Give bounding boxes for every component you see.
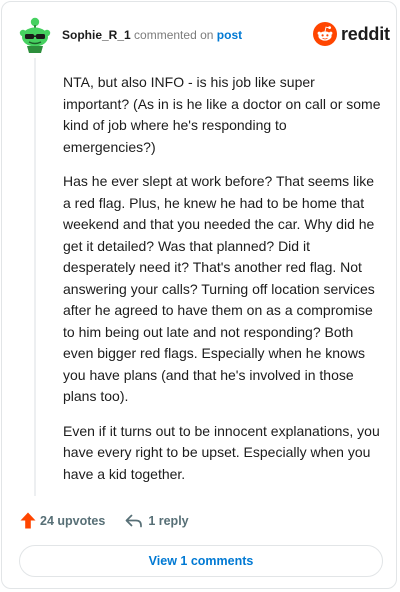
comment-body: NTA, but also INFO - is his job like sup… [63, 72, 383, 498]
comment-paragraph: Even if it turns out to be innocent expl… [63, 422, 380, 482]
thread-line[interactable] [34, 58, 36, 496]
action-text: commented on [134, 28, 214, 42]
post-link[interactable]: post [217, 28, 242, 42]
comment-paragraph: NTA, but also INFO - is his job like sup… [63, 74, 381, 155]
reply-arrow-icon [125, 514, 143, 527]
view-comments-button[interactable]: View 1 comments [19, 545, 383, 577]
upvote-button[interactable]: 24 upvotes [20, 512, 105, 529]
reddit-logo-icon [313, 22, 337, 46]
comment-header: Sophie_R_1 commented on post [62, 28, 242, 42]
upvote-count: 24 upvotes [40, 513, 106, 528]
snoo-avatar-icon [19, 17, 51, 53]
view-comments-label: View 1 comments [148, 554, 254, 568]
comment-paragraph: Has he ever slept at work before? That s… [63, 173, 375, 404]
comment-actions: 24 upvotes 1 reply [20, 512, 189, 529]
upvote-arrow-icon [20, 512, 36, 529]
reply-button[interactable]: 1 reply [125, 513, 189, 528]
reddit-logo[interactable]: reddit [313, 22, 390, 46]
username[interactable]: Sophie_R_1 [62, 28, 131, 42]
reddit-wordmark: reddit [341, 23, 390, 44]
reply-count: 1 reply [148, 513, 189, 528]
avatar[interactable] [18, 16, 52, 54]
comment-card: Sophie_R_1 commented on post reddit NTA,… [1, 1, 397, 589]
